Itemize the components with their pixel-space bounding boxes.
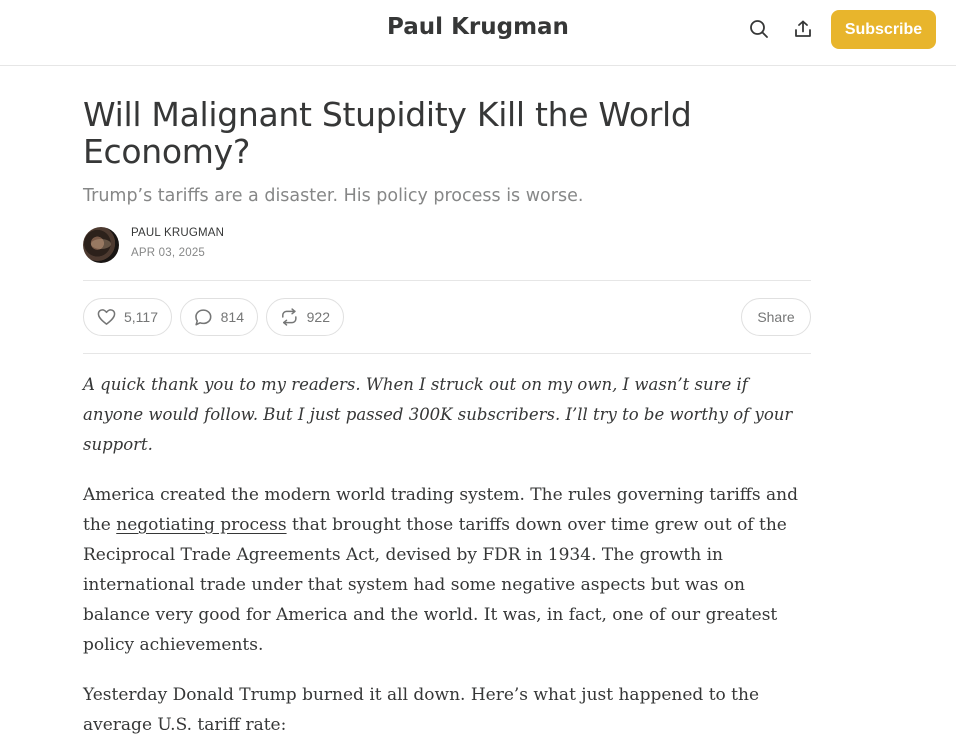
- like-button[interactable]: 5,117: [83, 298, 172, 336]
- share-button[interactable]: [791, 17, 815, 41]
- comment-button[interactable]: 814: [180, 298, 258, 336]
- restack-button[interactable]: 922: [266, 298, 344, 336]
- author-name[interactable]: PAUL KRUGMAN: [131, 227, 224, 239]
- post-actions: 5,117 814 922 Share: [83, 281, 811, 353]
- like-count: 5,117: [124, 309, 158, 325]
- restack-icon: [282, 308, 297, 326]
- top-bar: Paul Krugman Subscribe: [0, 0, 956, 66]
- search-button[interactable]: [747, 17, 771, 41]
- paragraph-1: America created the modern world trading…: [83, 480, 811, 660]
- publication-name[interactable]: Paul Krugman: [387, 14, 569, 40]
- subscribe-button[interactable]: Subscribe: [831, 10, 936, 49]
- comment-count: 814: [220, 309, 244, 325]
- restack-count: 922: [306, 309, 330, 325]
- share-upload-icon: [795, 20, 811, 37]
- byline: PAUL KRUGMAN APR 03, 2025: [83, 227, 811, 263]
- share-post-button[interactable]: Share: [741, 298, 811, 336]
- heart-icon: [97, 309, 116, 325]
- author-avatar[interactable]: [83, 227, 119, 263]
- paragraph-1-end: that brought those tariffs down over tim…: [83, 515, 787, 655]
- negotiating-process-link[interactable]: negotiating process: [116, 515, 286, 535]
- article: Will Malignant Stupidity Kill the World …: [83, 96, 811, 740]
- paragraph-2: Yesterday Donald Trump burned it all dow…: [83, 685, 759, 735]
- article-subtitle: Trump’s tariffs are a disaster. His poli…: [83, 186, 584, 206]
- search-icon: [750, 20, 768, 38]
- post-date: APR 03, 2025: [131, 247, 206, 259]
- intro-note: A quick thank you to my readers. When I …: [83, 375, 793, 454]
- comment-bubble-icon: [195, 308, 212, 325]
- share-label: Share: [757, 309, 795, 325]
- article-title: Will Malignant Stupidity Kill the World …: [83, 95, 692, 171]
- divider-bottom: [83, 353, 811, 354]
